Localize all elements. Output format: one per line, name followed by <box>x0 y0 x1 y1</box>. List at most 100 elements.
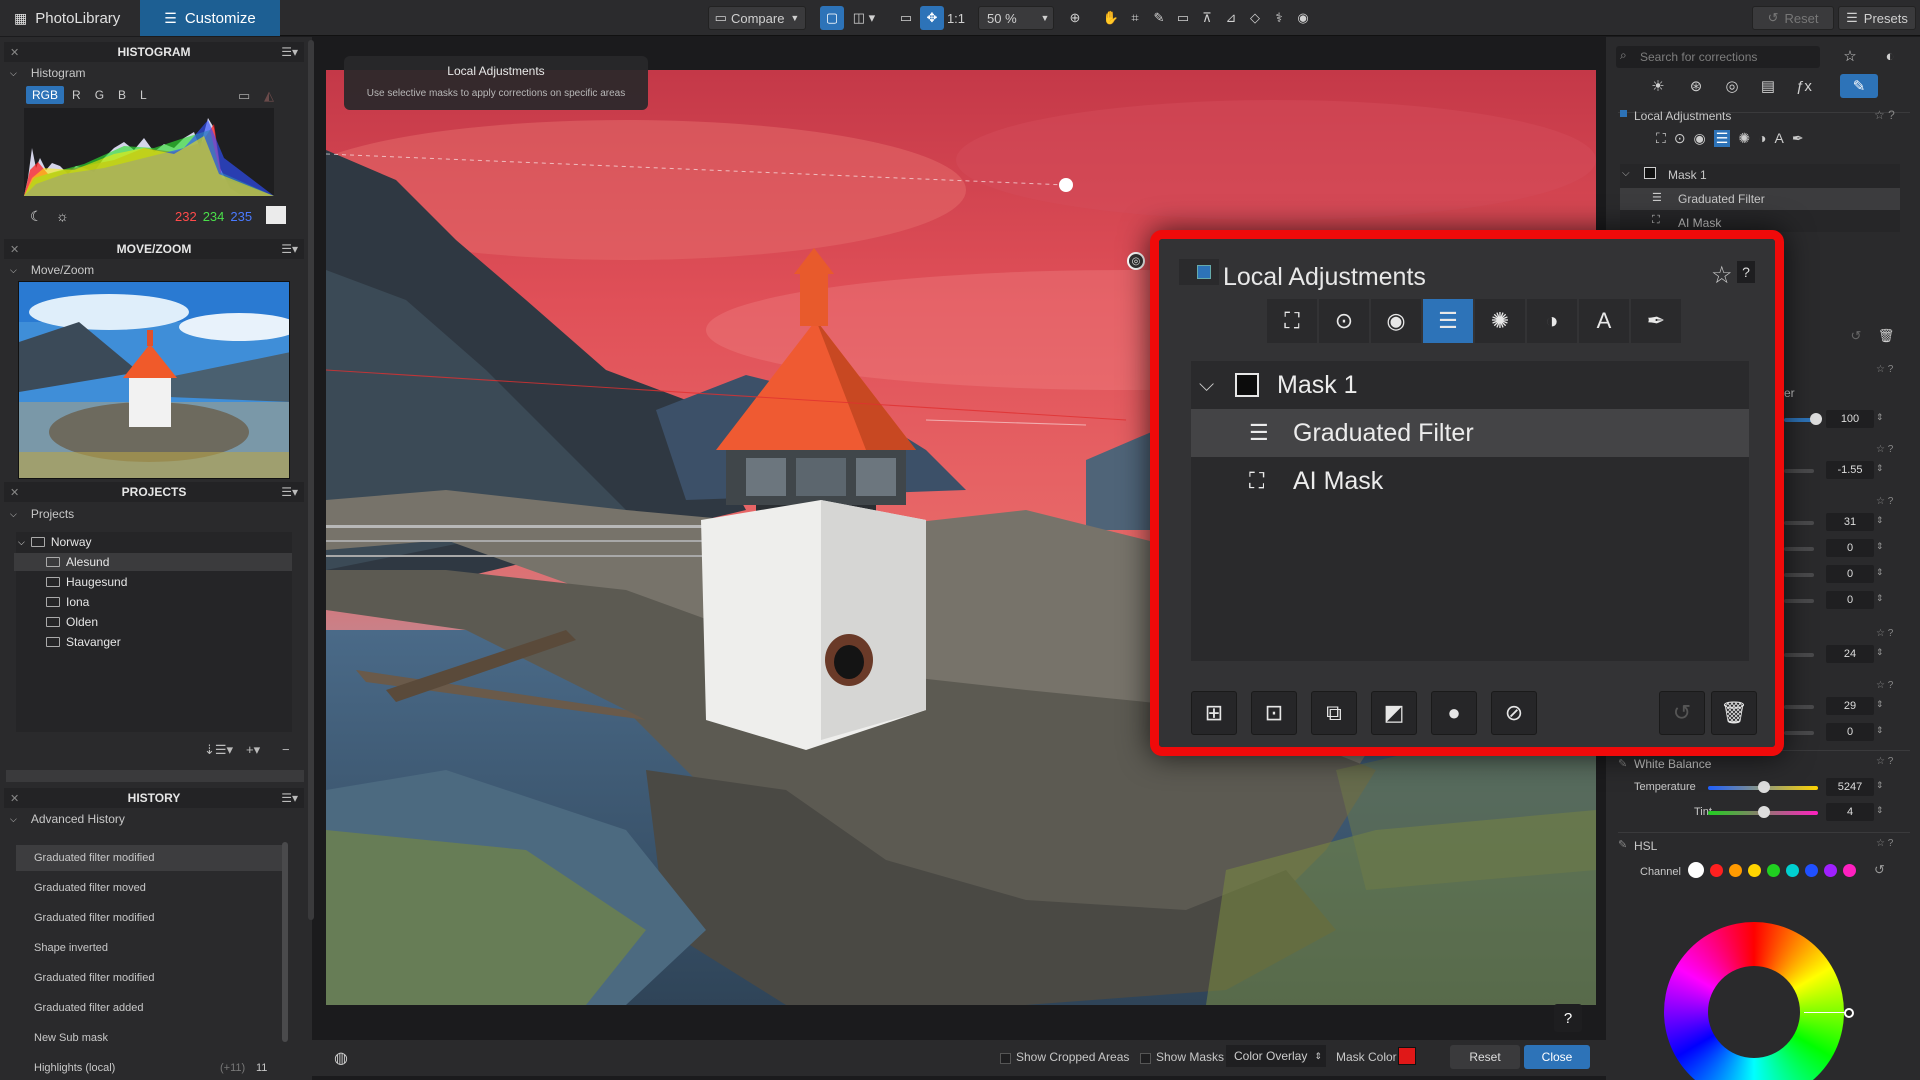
close-button[interactable]: Close <box>1524 1045 1590 1069</box>
presets-button[interactable]: ☰ Presets <box>1838 6 1916 30</box>
star-icon[interactable]: ☆ ? <box>1874 108 1895 122</box>
channel-dot[interactable] <box>1748 863 1761 877</box>
undo-icon[interactable]: ↺ <box>1874 862 1885 878</box>
compare-button[interactable]: ▭ Compare ▼ <box>708 6 806 30</box>
perspective-icon[interactable]: ⊼ <box>1196 6 1218 30</box>
close-icon[interactable]: ✕ <box>10 486 19 499</box>
spin-value[interactable]: 100 <box>1826 410 1874 428</box>
help-button[interactable]: ? <box>1554 1004 1582 1032</box>
split-view-button[interactable]: ◫ ▾ <box>846 6 882 30</box>
channel-dot[interactable] <box>1805 863 1818 877</box>
slider-track[interactable] <box>1784 469 1814 473</box>
project-item-haugesund[interactable]: Haugesund <box>46 573 292 591</box>
zoom-in-icon[interactable]: ⊕ <box>1064 6 1086 30</box>
stepper-icon[interactable]: ⇕ <box>1876 805 1884 816</box>
color-icon[interactable]: ⊛ <box>1682 74 1710 98</box>
movezoom-subheader[interactable]: ⌵ Move/Zoom <box>10 263 94 277</box>
star-icon[interactable]: ☆ ? <box>1876 444 1893 455</box>
menu-icon[interactable]: ☰▾ <box>281 791 298 805</box>
moon-icon[interactable]: ☾ <box>30 208 43 225</box>
delete-mask-button[interactable]: 🗑 <box>1711 691 1757 735</box>
callout-help-button[interactable]: ? <box>1737 261 1755 283</box>
show-cropped-checkbox[interactable] <box>1000 1053 1011 1064</box>
histogram-subheader[interactable]: ⌵ Histogram <box>10 66 86 80</box>
remove-project-icon[interactable]: − <box>282 742 290 757</box>
stepper-icon[interactable]: ⇕ <box>1876 780 1884 791</box>
star-icon[interactable]: ☆ ? <box>1876 838 1893 849</box>
project-item-iona[interactable]: Iona <box>46 593 292 611</box>
luminosity-icon[interactable]: ◑ <box>1758 130 1766 147</box>
mask-checkbox[interactable] <box>1644 167 1656 179</box>
search-input[interactable]: Search for corrections <box>1616 46 1820 68</box>
slider-track[interactable] <box>1784 547 1814 551</box>
spin-value[interactable]: 31 <box>1826 513 1874 531</box>
crop-icon[interactable]: ⌗ <box>1124 6 1146 30</box>
tab-customize[interactable]: ☰ Customize <box>140 0 280 36</box>
channel-dot[interactable] <box>1729 863 1742 877</box>
trash-icon[interactable]: 🗑 <box>1872 324 1900 348</box>
brush-icon[interactable]: ✒ <box>1631 299 1681 343</box>
slider-track[interactable] <box>1784 705 1814 709</box>
compare-toggle-icon[interactable]: ◍ <box>334 1048 348 1068</box>
star-icon[interactable]: ☆ <box>1836 44 1864 68</box>
slider-track[interactable] <box>1784 521 1814 525</box>
effects-icon[interactable]: ƒx <box>1790 74 1818 98</box>
tab-l[interactable]: L <box>134 86 153 104</box>
geometry-icon[interactable]: ▤ <box>1754 74 1782 98</box>
tab-photolibrary[interactable]: ▦ PhotoLibrary <box>0 0 140 36</box>
repair-icon[interactable]: ⚕ <box>1268 6 1290 30</box>
projects-subheader[interactable]: ⌵ Projects <box>10 507 74 521</box>
radial-filter-icon[interactable]: ◉ <box>1371 299 1421 343</box>
sort-icon[interactable]: ⇣☰▾ <box>204 742 233 758</box>
stepper-icon[interactable]: ⇕ <box>1876 725 1884 736</box>
eyedropper-icon[interactable]: ✎ <box>1148 6 1170 30</box>
move-icon[interactable]: ✥ <box>920 6 944 30</box>
eye-icon[interactable]: ◉ <box>1292 6 1314 30</box>
history-item[interactable]: Graduated filter modified <box>16 965 282 991</box>
graduated-filter-icon[interactable]: ☰ <box>1423 299 1473 343</box>
history-scrollbar[interactable] <box>282 842 288 1042</box>
stepper-icon[interactable]: ⇕ <box>1876 463 1884 474</box>
straighten-icon[interactable]: ▭ <box>1172 6 1194 30</box>
project-item-alesund[interactable]: Alesund <box>14 553 292 571</box>
menu-icon[interactable]: ☰▾ <box>281 242 298 256</box>
channel-dot[interactable] <box>1710 863 1723 877</box>
project-item-stavanger[interactable]: Stavanger <box>46 633 292 651</box>
tint-thumb[interactable] <box>1758 806 1770 818</box>
spin-value[interactable]: 24 <box>1826 645 1874 663</box>
stepper-icon[interactable]: ⇕ <box>1876 541 1884 552</box>
history-item[interactable]: Graduated filter moved <box>16 875 282 901</box>
show-masks-checkbox[interactable] <box>1140 1053 1151 1064</box>
graduated-filter-row[interactable]: ☰ Graduated Filter <box>1191 409 1749 457</box>
spin-value[interactable]: 0 <box>1826 723 1874 741</box>
star-icon[interactable]: ☆ ? <box>1876 496 1893 507</box>
history-item[interactable]: Shape inverted <box>16 935 282 961</box>
channel-dot[interactable] <box>1824 863 1837 877</box>
history-item[interactable]: Graduated filter modified <box>16 905 282 931</box>
text-brush-icon[interactable]: A <box>1579 299 1629 343</box>
channel-dot[interactable] <box>1688 862 1704 878</box>
eyedropper-icon[interactable]: ✎ <box>1618 757 1627 770</box>
chevron-down-icon[interactable]: ⌵ <box>1199 374 1214 397</box>
ai-mask-icon[interactable]: ⛶ <box>1267 299 1317 343</box>
channel-dot[interactable] <box>1767 863 1780 877</box>
close-icon[interactable]: ✕ <box>10 46 19 59</box>
tab-rgb[interactable]: RGB <box>26 86 65 104</box>
mask-color-swatch[interactable] <box>1398 1047 1416 1065</box>
control-point-icon[interactable]: ⊙ <box>1674 130 1686 147</box>
close-icon[interactable]: ✕ <box>10 243 19 256</box>
show-mask-button[interactable]: ● <box>1431 691 1477 735</box>
history-item-highlights[interactable]: Highlights (local) (+11) 11 <box>16 1055 282 1080</box>
channel-dot[interactable] <box>1786 863 1799 877</box>
channel-dot[interactable] <box>1843 863 1856 877</box>
spin-value[interactable]: -1.55 <box>1826 461 1874 479</box>
add-project-icon[interactable]: +▾ <box>246 742 260 758</box>
project-folder-norway[interactable]: ⌵ Norway <box>18 533 264 551</box>
hide-mask-button[interactable]: ⊘ <box>1491 691 1537 735</box>
hue-handle[interactable] <box>1844 1008 1854 1018</box>
brush-icon[interactable]: ✒ <box>1792 130 1804 147</box>
mini-aimask-label[interactable]: AI Mask <box>1678 216 1721 230</box>
radial-icon[interactable]: ◉ <box>1694 130 1706 147</box>
history-item[interactable]: Graduated filter added <box>16 995 282 1021</box>
star-icon[interactable]: ☆ ? <box>1876 680 1893 691</box>
